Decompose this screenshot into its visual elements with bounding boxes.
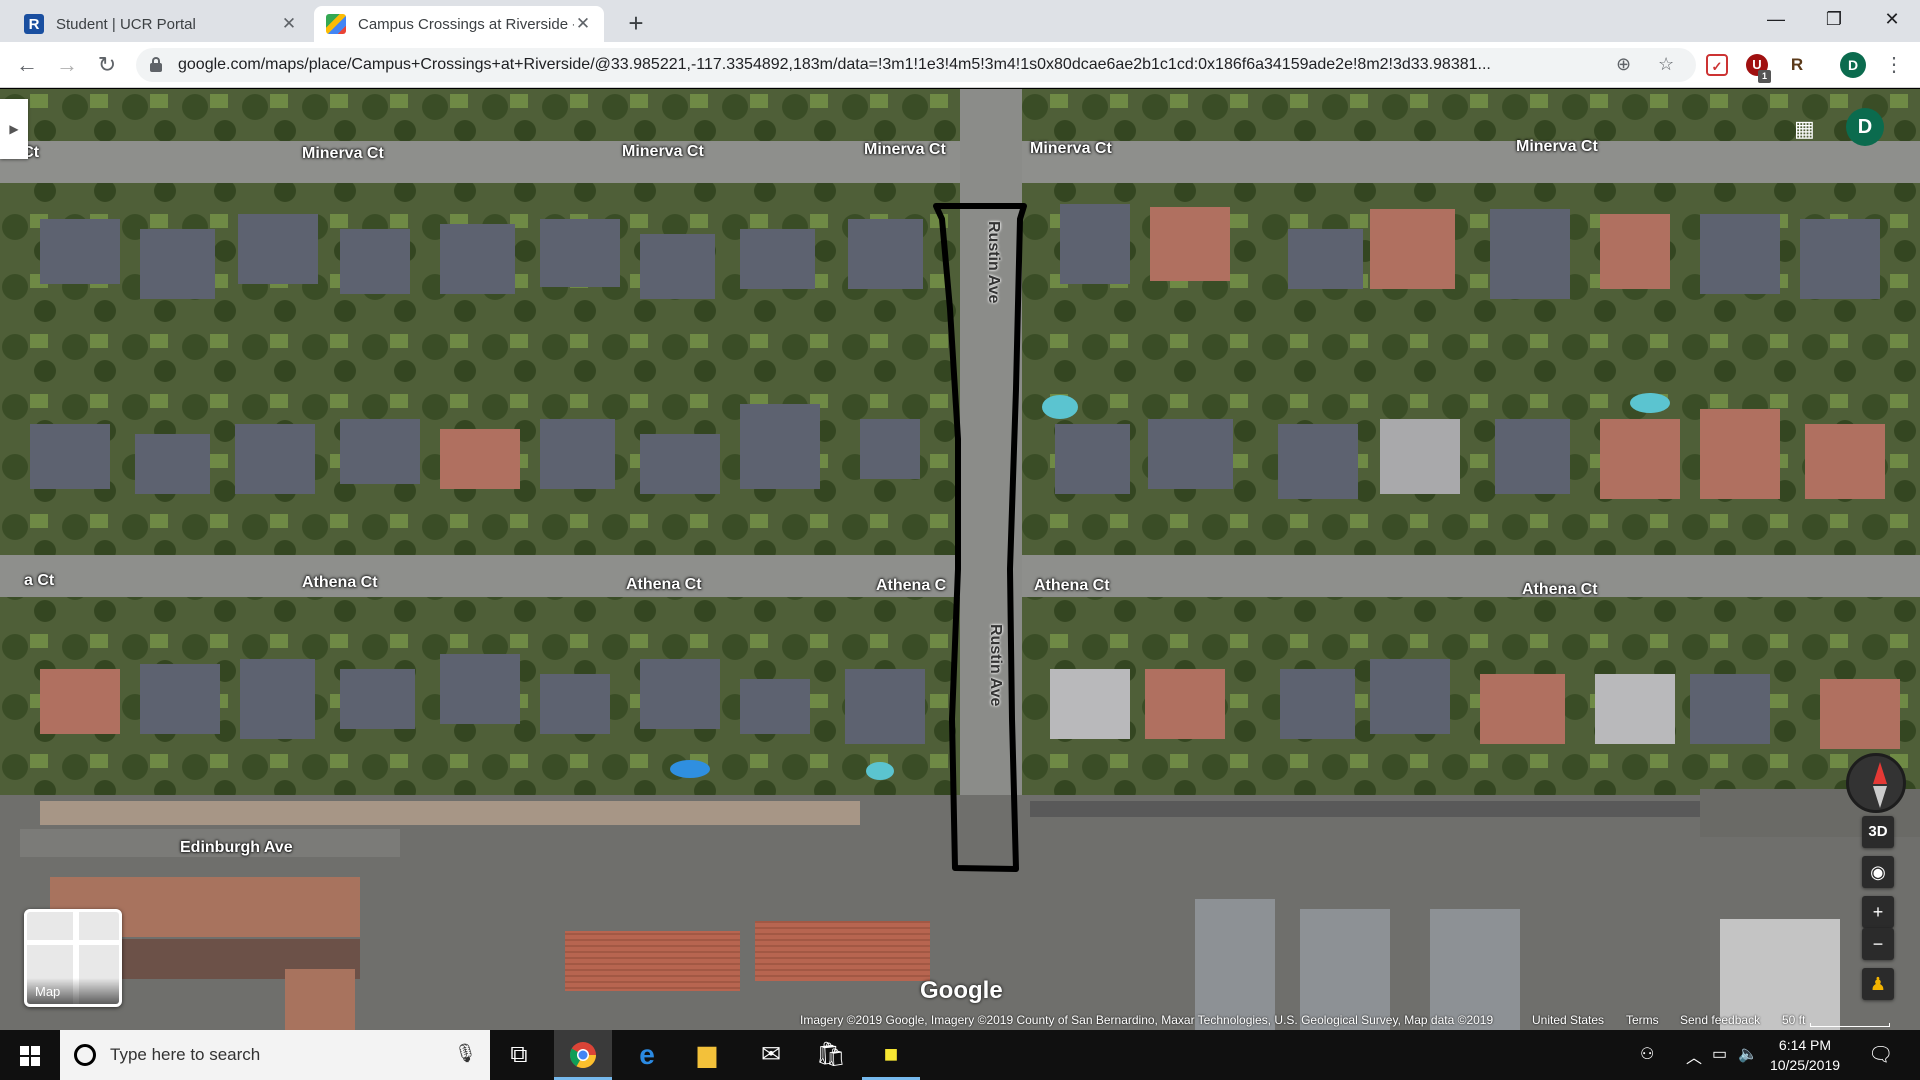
close-tab-icon[interactable]: ✕ (574, 14, 592, 34)
street-label: Edinburgh Ave (180, 839, 293, 856)
street-label-vertical: Rustin Ave (985, 221, 1002, 304)
street-label: Athena C (876, 577, 947, 594)
store-icon[interactable]: 🛍 (802, 1030, 860, 1080)
close-window-button[interactable]: ✕ (1864, 0, 1920, 40)
task-view-icon[interactable]: ⧉ (490, 1030, 548, 1080)
url-text[interactable]: google.com/maps/place/Campus+Crossings+a… (178, 56, 1648, 74)
address-bar[interactable]: google.com/maps/place/Campus+Crossings+a… (136, 48, 1696, 82)
my-location-icon[interactable]: ◉ (1862, 856, 1894, 888)
mail-icon[interactable]: ✉ (742, 1030, 800, 1080)
street-label: Minerva Ct (1516, 138, 1598, 155)
file-explorer-icon[interactable]: ▆ (678, 1030, 736, 1080)
star-icon[interactable]: ☆ (1658, 54, 1674, 75)
chrome-taskbar-icon[interactable] (554, 1030, 612, 1080)
browser-toolbar: ← → ↻ google.com/maps/place/Campus+Cross… (0, 42, 1920, 88)
profile-avatar[interactable]: D (1840, 52, 1866, 78)
street-label: Minerva Ct (622, 143, 704, 160)
street-label: a Ct (24, 572, 55, 589)
zoom-in-button[interactable]: + (1862, 896, 1894, 928)
compass-icon[interactable] (1846, 753, 1906, 813)
new-tab-button[interactable]: + (620, 8, 652, 40)
extension-badge: 1 (1758, 70, 1771, 83)
forward-arrow-icon[interactable]: → (50, 48, 84, 82)
google-logo: Google (920, 977, 1003, 1004)
scale-label[interactable]: 50 ft (1782, 1013, 1805, 1027)
tab-strip: R Student | UCR Portal ✕ Campus Crossing… (0, 0, 1920, 42)
minimize-button[interactable]: — (1748, 0, 1804, 40)
attribution-bar: Imagery ©2019 Google, Imagery ©2019 Coun… (0, 1013, 1920, 1030)
lock-icon (150, 57, 162, 72)
imagery-attribution: Imagery ©2019 Google, Imagery ©2019 Coun… (800, 1013, 1494, 1027)
street-label: Minerva Ct (1030, 140, 1112, 157)
country-link[interactable]: United States (1532, 1013, 1604, 1027)
zoom-out-button[interactable]: − (1862, 928, 1894, 960)
action-center-icon[interactable]: 🗨 (1868, 1042, 1893, 1067)
apps-grid-icon[interactable]: ▦ (1794, 116, 1815, 142)
volume-icon[interactable]: 🔈 (1738, 1044, 1758, 1064)
map-canvas[interactable]: va Ct Minerva Ct Minerva Ct Minerva Ct M… (0, 89, 1920, 1030)
close-tab-icon[interactable]: ✕ (280, 14, 298, 34)
start-button[interactable] (0, 1030, 60, 1080)
terms-link[interactable]: Terms (1626, 1013, 1659, 1027)
tab-ucr-portal[interactable]: R Student | UCR Portal ✕ (12, 6, 310, 42)
street-label: Athena Ct (626, 576, 702, 593)
street-label: Minerva Ct (302, 145, 384, 162)
pocket-extension-icon[interactable]: ✓ (1706, 54, 1728, 76)
chrome-menu-icon[interactable]: ⋮ (1884, 50, 1904, 80)
scale-bar (1810, 1023, 1890, 1027)
grammar-extension-icon[interactable]: R (1786, 54, 1808, 76)
tab-title: Student | UCR Portal (56, 15, 196, 33)
battery-icon[interactable]: ▭ (1712, 1044, 1727, 1064)
street-label: Athena Ct (1522, 581, 1598, 598)
show-hidden-icons[interactable]: ︿ (1686, 1044, 1702, 1068)
tab-title: Campus Crossings at Riverside - (358, 15, 574, 33)
edge-taskbar-icon[interactable]: e (618, 1030, 676, 1080)
screen: R Student | UCR Portal ✕ Campus Crossing… (0, 0, 1920, 1080)
street-label: Minerva Ct (864, 141, 946, 158)
google-maps-icon (326, 14, 346, 34)
restore-button[interactable]: ❐ (1806, 0, 1862, 40)
microphone-icon[interactable]: 🎙 (454, 1043, 477, 1064)
sticky-notes-icon[interactable]: ■ (862, 1030, 920, 1080)
street-label: Athena Ct (1034, 577, 1110, 594)
map-layer-label: Map (27, 978, 119, 1004)
search-placeholder: Type here to search (110, 1045, 261, 1064)
cortana-icon (74, 1044, 96, 1066)
system-clock[interactable]: 6:14 PM 10/25/2019 (1760, 1035, 1850, 1075)
install-icon[interactable]: ⊕ (1616, 54, 1631, 75)
taskbar-search-box[interactable]: Type here to search 🎙 (60, 1030, 490, 1080)
reload-icon[interactable]: ↻ (90, 48, 124, 82)
satellite-imagery (0, 89, 1920, 1030)
map-layer-toggle[interactable]: Map (24, 909, 122, 1007)
street-label: Athena Ct (302, 574, 378, 591)
clock-date: 10/25/2019 (1769, 1057, 1841, 1073)
back-arrow-icon[interactable]: ← (10, 48, 44, 82)
street-label-vertical: Rustin Ave (987, 624, 1004, 707)
pegman-icon[interactable]: ♟ (1862, 968, 1894, 1000)
ucr-logo-icon: R (24, 14, 44, 34)
windows-taskbar: Type here to search 🎙 ⧉ e ▆ ✉ 🛍 ■ ⚇ ︿ ▭ … (0, 1030, 1920, 1080)
tab-campus-crossings[interactable]: Campus Crossings at Riverside - ✕ (314, 6, 604, 42)
clock-time: 6:14 PM (1778, 1037, 1832, 1053)
expand-side-panel-icon[interactable]: ▶ (0, 99, 28, 159)
map-profile-avatar[interactable]: D (1846, 108, 1884, 146)
people-icon[interactable]: ⚇ (1640, 1044, 1654, 1064)
send-feedback-link[interactable]: Send feedback (1680, 1013, 1760, 1027)
3d-toggle-button[interactable]: 3D (1862, 816, 1894, 848)
